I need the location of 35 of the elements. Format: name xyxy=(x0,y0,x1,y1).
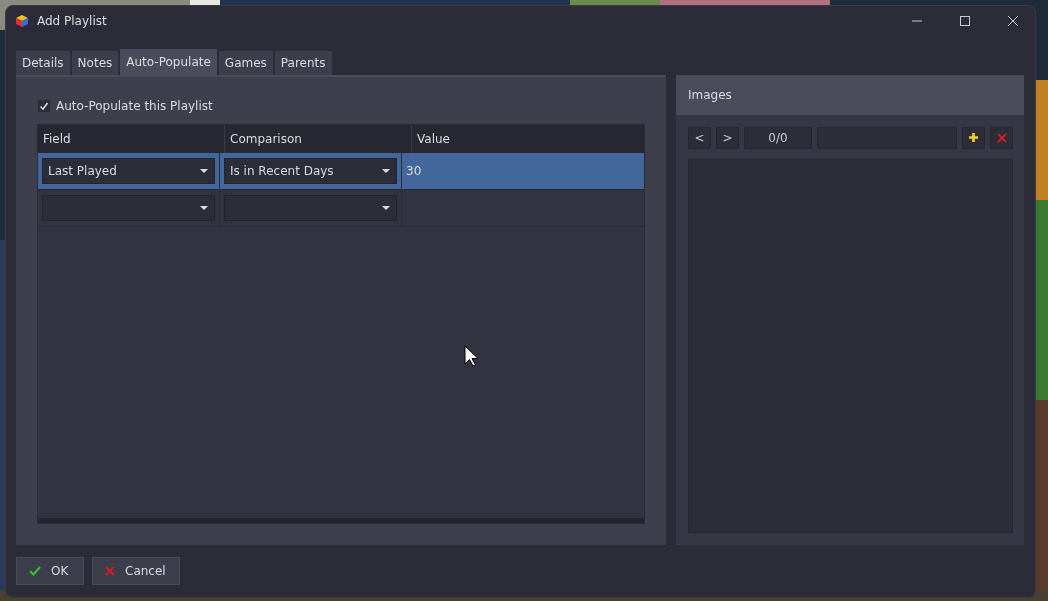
ok-button[interactable]: OK xyxy=(16,557,84,585)
tab[interactable]: Parents xyxy=(274,50,332,75)
cube-icon xyxy=(15,14,29,29)
tab[interactable]: Details xyxy=(16,50,70,75)
checkmark-icon[interactable] xyxy=(29,566,41,576)
column-header: Value xyxy=(416,130,451,148)
caret-icon[interactable] xyxy=(200,168,208,173)
tab[interactable]: Auto-Populate xyxy=(120,48,217,75)
scrollbar[interactable] xyxy=(38,518,644,523)
column-header: Comparison xyxy=(225,124,412,153)
panel-title: Images xyxy=(688,87,732,102)
checkbox-label: Auto-Populate this Playlist xyxy=(56,98,213,113)
caret-icon[interactable] xyxy=(200,205,208,210)
tab[interactable]: Notes xyxy=(71,50,119,75)
cancel-button[interactable]: Cancel xyxy=(92,557,180,585)
checkbox[interactable] xyxy=(38,99,50,112)
remove-image-button[interactable] xyxy=(990,126,1013,149)
plus-icon[interactable] xyxy=(969,133,978,143)
add-image-button[interactable] xyxy=(962,126,985,149)
dropdown[interactable]: Last Played xyxy=(42,157,215,184)
table-cell: 30 xyxy=(406,163,422,178)
caret-icon[interactable] xyxy=(382,205,390,210)
previous-button[interactable]: < xyxy=(688,126,711,149)
cursor-icon xyxy=(464,345,478,367)
tab[interactable]: Games xyxy=(218,50,273,75)
column-header: Field xyxy=(38,124,225,153)
image-counter: 0/0 xyxy=(744,126,812,149)
next-button[interactable]: > xyxy=(716,126,739,149)
table-row[interactable]: Last Played Is in Recent Days 30 xyxy=(38,152,644,190)
caret-icon[interactable] xyxy=(382,168,390,173)
cross-icon[interactable] xyxy=(996,132,1007,143)
maximize-icon[interactable] xyxy=(959,15,971,28)
window-title: Add Playlist xyxy=(37,14,107,29)
close-icon[interactable] xyxy=(1007,15,1019,28)
dropdown[interactable]: Is in Recent Days xyxy=(224,157,397,184)
